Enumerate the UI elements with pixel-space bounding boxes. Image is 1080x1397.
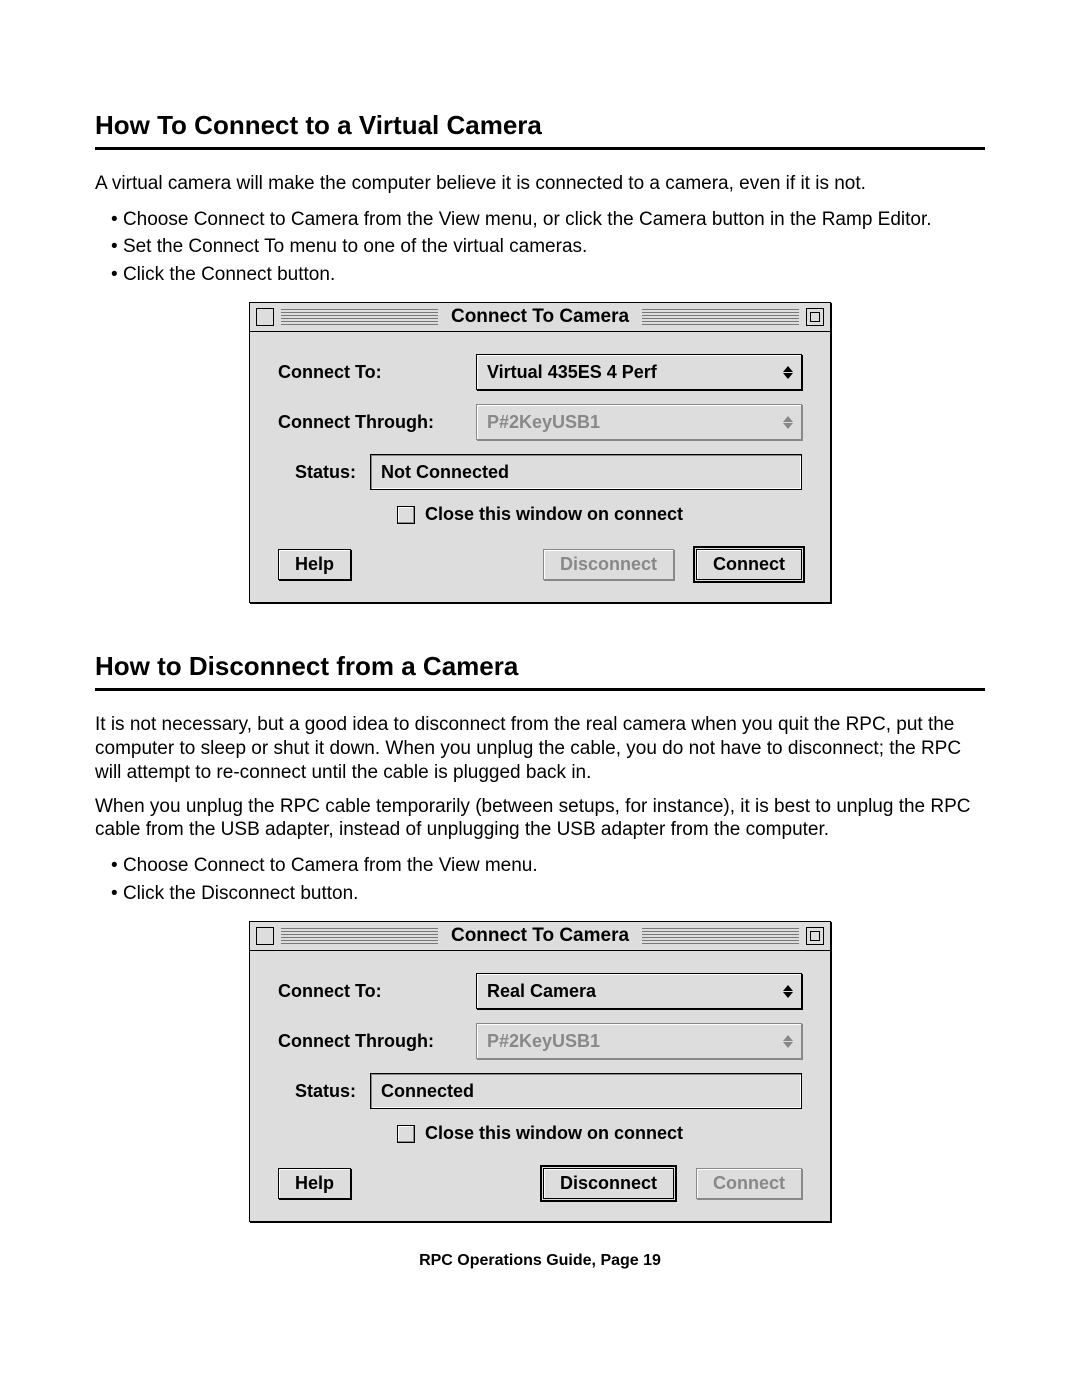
button-row: Help Disconnect Connect [278,549,802,580]
section-divider [95,147,985,150]
row-status: Status: Connected [278,1073,802,1109]
label-connect-through: Connect Through: [278,412,462,433]
connect-to-value: Virtual 435ES 4 Perf [487,362,657,383]
connect-to-popup[interactable]: Real Camera [476,973,802,1009]
row-connect-through: Connect Through: P#2KeyUSB1 [278,404,802,440]
label-status: Status: [278,462,356,483]
connect-through-value: P#2KeyUSB1 [487,412,600,433]
popup-arrows-icon [781,1035,795,1048]
connect-through-popup: P#2KeyUSB1 [476,404,802,440]
window-body: Connect To: Virtual 435ES 4 Perf Connect… [250,332,830,602]
connect-to-popup[interactable]: Virtual 435ES 4 Perf [476,354,802,390]
section-heading-disconnect: How to Disconnect from a Camera [95,651,985,682]
close-on-connect-label: Close this window on connect [425,504,683,525]
close-on-connect-checkbox[interactable] [397,506,415,524]
status-display: Not Connected [370,454,802,490]
list-item: Choose Connect to Camera from the View m… [111,852,985,880]
window-title: Connect To Camera [445,925,635,947]
window-body: Connect To: Real Camera Connect Through:… [250,951,830,1221]
dialog1-wrap: Connect To Camera Connect To: Virtual 43… [95,302,985,603]
popup-arrows-icon [781,416,795,429]
collapse-icon[interactable] [806,927,824,945]
connect-button: Connect [696,1168,802,1199]
disconnect-button[interactable]: Disconnect [543,1168,674,1199]
help-button[interactable]: Help [278,549,351,580]
connect-through-popup: P#2KeyUSB1 [476,1023,802,1059]
status-value: Not Connected [381,462,509,483]
label-status: Status: [278,1081,356,1102]
window-titlebar[interactable]: Connect To Camera [250,922,830,951]
help-button[interactable]: Help [278,1168,351,1199]
list-item: Click the Disconnect button. [111,880,985,908]
popup-arrows-icon [781,985,795,998]
button-row: Help Disconnect Connect [278,1168,802,1199]
label-connect-through: Connect Through: [278,1031,462,1052]
list-item: Choose Connect to Camera from the View m… [111,206,985,234]
titlebar-stripes-icon [642,928,799,944]
disconnect-button: Disconnect [543,549,674,580]
list-item: Set the Connect To menu to one of the vi… [111,233,985,261]
titlebar-stripes-icon [642,309,799,325]
status-display: Connected [370,1073,802,1109]
button-group-right: Disconnect Connect [543,549,802,580]
section1-intro: A virtual camera will make the computer … [95,172,985,196]
close-on-connect-label: Close this window on connect [425,1123,683,1144]
label-connect-to: Connect To: [278,981,462,1002]
document-page: How To Connect to a Virtual Camera A vir… [0,0,1080,1330]
section2-bullets: Choose Connect to Camera from the View m… [95,852,985,907]
dialog2-wrap: Connect To Camera Connect To: Real Camer… [95,921,985,1222]
close-icon[interactable] [256,927,274,945]
list-item: Click the Connect button. [111,261,985,289]
titlebar-stripes-icon [281,309,438,325]
connect-to-value: Real Camera [487,981,596,1002]
connect-button[interactable]: Connect [696,549,802,580]
row-connect-to: Connect To: Real Camera [278,973,802,1009]
titlebar-stripes-icon [281,928,438,944]
close-icon[interactable] [256,308,274,326]
section2-para1: It is not necessary, but a good idea to … [95,713,985,784]
button-group-right: Disconnect Connect [543,1168,802,1199]
connect-to-camera-window: Connect To Camera Connect To: Virtual 43… [249,302,831,603]
collapse-icon[interactable] [806,308,824,326]
label-connect-to: Connect To: [278,362,462,383]
row-connect-through: Connect Through: P#2KeyUSB1 [278,1023,802,1059]
popup-arrows-icon [781,366,795,379]
row-status: Status: Not Connected [278,454,802,490]
window-titlebar[interactable]: Connect To Camera [250,303,830,332]
status-value: Connected [381,1081,474,1102]
page-footer: RPC Operations Guide, Page 19 [95,1252,985,1270]
section2-para2: When you unplug the RPC cable temporaril… [95,795,985,843]
close-on-connect-checkbox[interactable] [397,1125,415,1143]
connect-through-value: P#2KeyUSB1 [487,1031,600,1052]
row-close-on-connect: Close this window on connect [278,1123,802,1144]
section-heading-connect-virtual: How To Connect to a Virtual Camera [95,110,985,141]
section-divider [95,688,985,691]
connect-to-camera-window: Connect To Camera Connect To: Real Camer… [249,921,831,1222]
window-title: Connect To Camera [445,306,635,328]
row-close-on-connect: Close this window on connect [278,504,802,525]
section1-bullets: Choose Connect to Camera from the View m… [95,206,985,289]
row-connect-to: Connect To: Virtual 435ES 4 Perf [278,354,802,390]
